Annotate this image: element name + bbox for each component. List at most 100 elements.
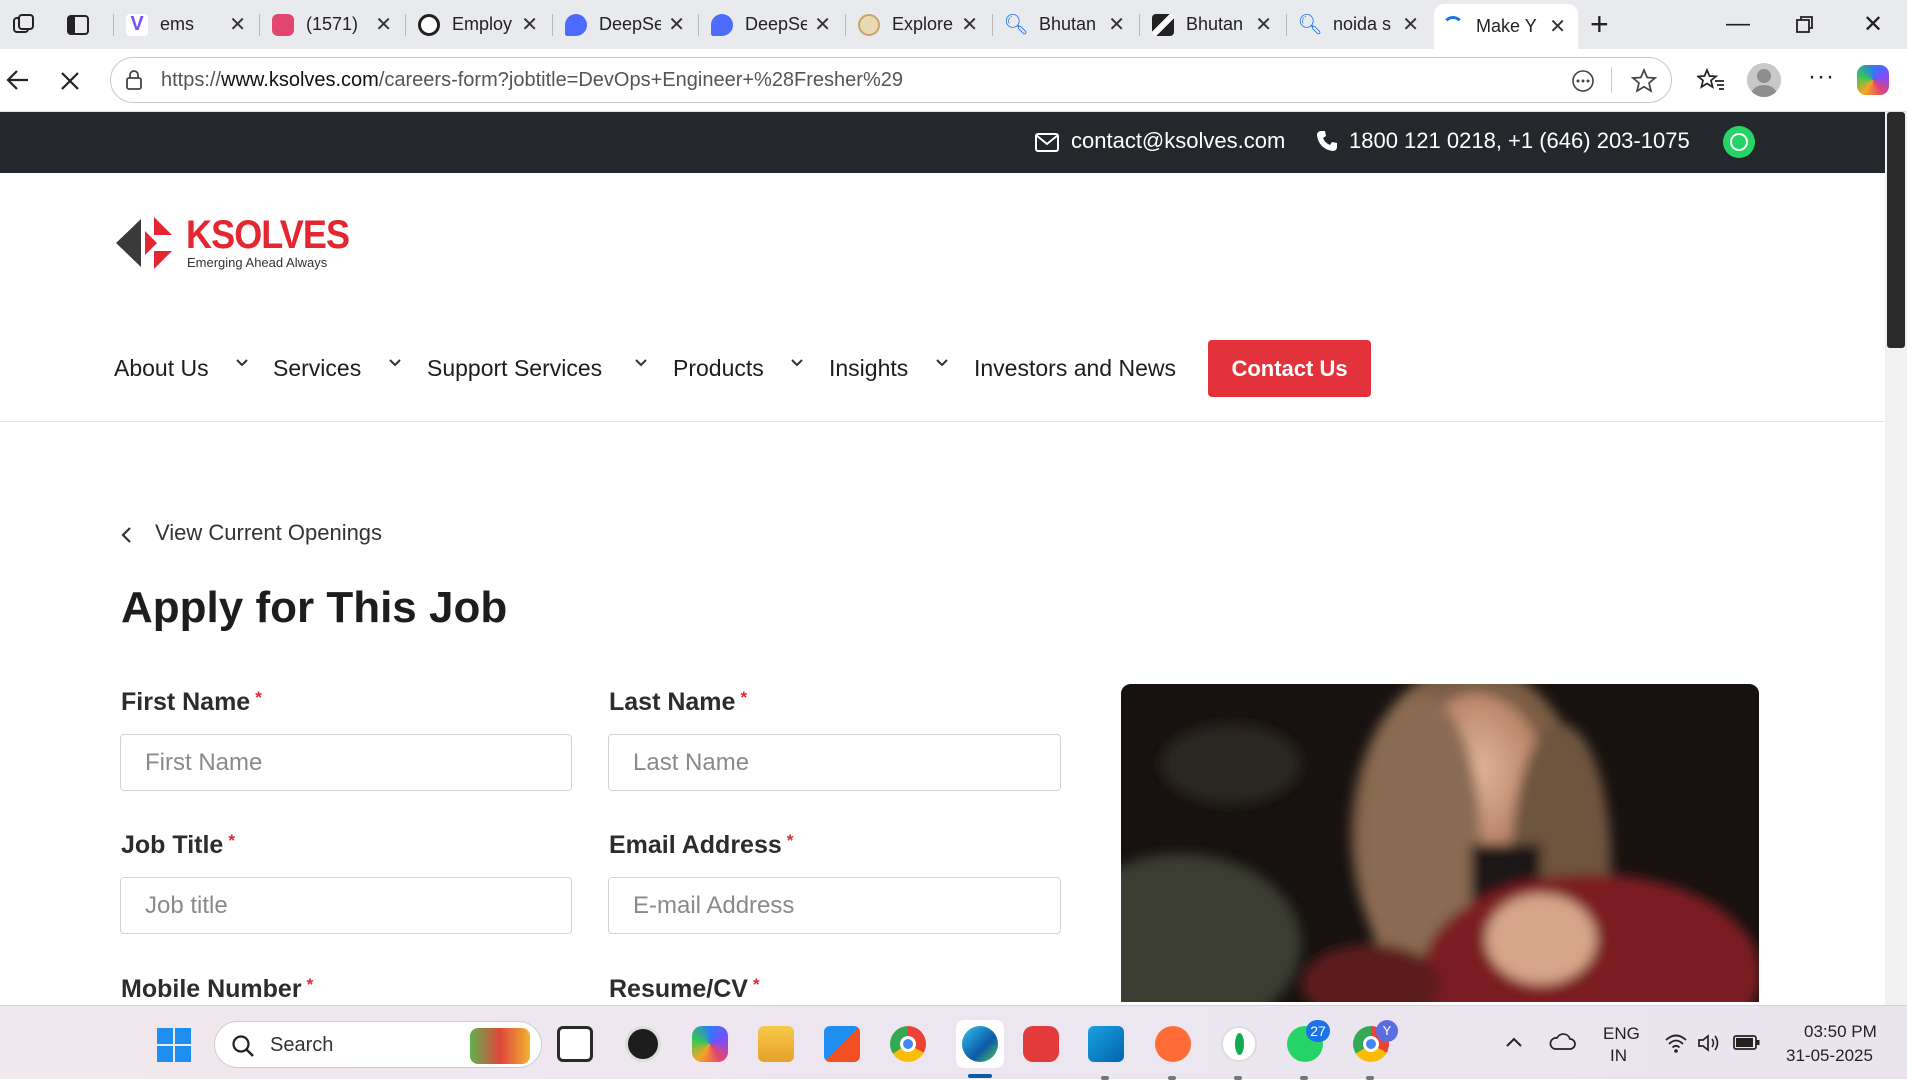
copilot-taskbar-icon[interactable] — [692, 1026, 728, 1062]
explore-favicon-icon — [858, 13, 880, 36]
email-address-input[interactable] — [608, 877, 1061, 934]
back-arrow-icon[interactable] — [6, 69, 30, 91]
language-indicator[interactable]: ENG — [1603, 1024, 1640, 1044]
nav-insights[interactable]: Insights — [829, 355, 908, 382]
chatgpt-favicon-icon — [418, 13, 440, 36]
whatsapp-icon[interactable] — [1723, 126, 1755, 158]
required-marker: * — [228, 831, 235, 850]
tab-close-icon[interactable]: ✕ — [521, 12, 538, 37]
profile-avatar-icon[interactable] — [1747, 63, 1781, 97]
chevron-down-icon[interactable] — [935, 358, 949, 368]
loading-spinner-icon — [1442, 15, 1464, 38]
chevron-down-icon[interactable] — [790, 358, 804, 368]
onedrive-cloud-icon[interactable] — [1548, 1031, 1576, 1051]
clock-time[interactable]: 03:50 PM — [1804, 1022, 1877, 1042]
whatsapp-badge: 27 — [1306, 1020, 1330, 1042]
edge-active-app-icon[interactable] — [956, 1020, 1004, 1068]
chevron-left-icon[interactable] — [120, 526, 132, 544]
tab-close-icon[interactable]: ✕ — [961, 12, 978, 37]
tab-actions-icon[interactable] — [66, 13, 90, 37]
view-current-openings-link[interactable]: View Current Openings — [155, 520, 382, 546]
required-marker: * — [306, 975, 314, 994]
postman-icon[interactable] — [1155, 1026, 1191, 1062]
file-explorer-icon[interactable] — [758, 1026, 794, 1062]
nav-products[interactable]: Products — [673, 355, 764, 382]
address-bar[interactable]: https://www.ksolves.com/careers-form?job… — [110, 57, 1672, 103]
contact-phone-text[interactable]: 1800 121 0218, +1 (646) 203-1075 — [1349, 128, 1690, 154]
favorite-star-icon[interactable] — [1631, 68, 1657, 94]
minimize-icon[interactable]: — — [1726, 10, 1750, 38]
scrollbar-thumb[interactable] — [1887, 112, 1905, 348]
phone-icon — [1317, 131, 1337, 151]
last-name-input[interactable] — [608, 734, 1061, 791]
nav-support-services[interactable]: Support Services — [427, 355, 602, 382]
tab-close-icon[interactable]: ✕ — [229, 12, 246, 37]
stop-loading-icon[interactable] — [60, 71, 80, 91]
search-favicon-icon: 🔍︎ — [1297, 14, 1323, 36]
running-indicator — [1300, 1076, 1308, 1080]
site-info-lock-icon[interactable] — [123, 69, 145, 91]
tab-close-icon[interactable]: ✕ — [1549, 14, 1566, 39]
volume-icon[interactable] — [1697, 1033, 1721, 1053]
browser-tab[interactable]: (1571) ✕ — [264, 4, 404, 45]
read-aloud-icon[interactable] — [1571, 69, 1595, 93]
browser-tab[interactable]: DeepSe ✕ — [557, 4, 697, 45]
chrome-icon[interactable] — [890, 1026, 926, 1062]
mongodb-icon[interactable] — [1221, 1026, 1257, 1062]
tab-close-icon[interactable]: ✕ — [1402, 12, 1419, 37]
window-close-icon[interactable]: ✕ — [1863, 10, 1883, 39]
vscode-icon[interactable] — [1088, 1026, 1124, 1062]
job-title-input[interactable] — [120, 877, 572, 934]
running-indicator — [1101, 1076, 1109, 1080]
youtube-favicon-icon — [272, 13, 294, 36]
task-view-icon[interactable] — [557, 1026, 593, 1062]
contact-us-button[interactable]: Contact Us — [1208, 340, 1371, 397]
tab-close-icon[interactable]: ✕ — [814, 12, 831, 37]
nav-investors-and-news[interactable]: Investors and News — [974, 355, 1176, 382]
parrots-search-highlight-icon[interactable] — [470, 1028, 530, 1064]
nav-about-us[interactable]: About Us — [114, 355, 209, 382]
deepseek-favicon-icon — [565, 13, 587, 36]
clock-date[interactable]: 31-05-2025 — [1786, 1046, 1873, 1066]
first-name-input[interactable] — [120, 734, 572, 791]
nav-services[interactable]: Services — [273, 355, 361, 382]
browser-tab[interactable]: V ems ✕ — [118, 4, 258, 45]
language-region[interactable]: IN — [1610, 1046, 1627, 1066]
tab-close-icon[interactable]: ✕ — [375, 12, 392, 37]
chevron-down-icon[interactable] — [388, 358, 402, 368]
browser-tab[interactable]: DeepSe ✕ — [703, 4, 843, 45]
contact-email-link[interactable]: contact@ksolves.com — [1071, 128, 1285, 154]
show-hidden-icons-chevron-icon[interactable] — [1505, 1036, 1523, 1048]
site-favicon-icon — [1152, 13, 1174, 36]
active-app-indicator — [968, 1074, 992, 1078]
new-tab-icon[interactable]: + — [1590, 6, 1609, 43]
browser-tab[interactable]: Explore ✕ — [850, 4, 990, 45]
wps-office-icon[interactable] — [1023, 1026, 1059, 1062]
tab-close-icon[interactable]: ✕ — [1255, 12, 1272, 37]
copilot-icon[interactable] — [1857, 65, 1889, 95]
chrome-profile-badge: Y — [1376, 1020, 1398, 1042]
mobile-number-label: Mobile Number * — [121, 975, 314, 1003]
workspaces-icon[interactable] — [12, 13, 36, 37]
browser-tab[interactable]: 🔍︎ Bhutan ✕ — [997, 4, 1137, 45]
browser-tab-active[interactable]: Make Y ✕ — [1434, 4, 1578, 49]
browser-tab[interactable]: 🔍︎ noida s ✕ — [1291, 4, 1431, 45]
microsoft-store-icon[interactable] — [824, 1026, 860, 1062]
browser-tab[interactable]: Bhutan ✕ — [1144, 4, 1284, 45]
favorites-list-icon[interactable] — [1697, 67, 1725, 93]
tab-close-icon[interactable]: ✕ — [668, 12, 685, 37]
wifi-icon[interactable] — [1664, 1033, 1688, 1053]
chevron-down-icon[interactable] — [634, 358, 648, 368]
url-text[interactable]: https://www.ksolves.com/careers-form?job… — [161, 69, 903, 92]
running-indicator — [1168, 1076, 1176, 1080]
taskbar-search-box[interactable]: Search — [214, 1021, 542, 1068]
mail-icon — [1035, 133, 1059, 152]
app-logo-icon[interactable] — [625, 1026, 661, 1062]
windows-start-icon[interactable] — [157, 1028, 191, 1062]
chevron-down-icon[interactable] — [235, 358, 249, 368]
browser-tab[interactable]: Employ ✕ — [410, 4, 550, 45]
restore-icon[interactable] — [1796, 16, 1814, 34]
more-options-icon[interactable]: ··· — [1808, 63, 1835, 91]
battery-icon[interactable] — [1733, 1033, 1761, 1051]
tab-close-icon[interactable]: ✕ — [1108, 12, 1125, 37]
